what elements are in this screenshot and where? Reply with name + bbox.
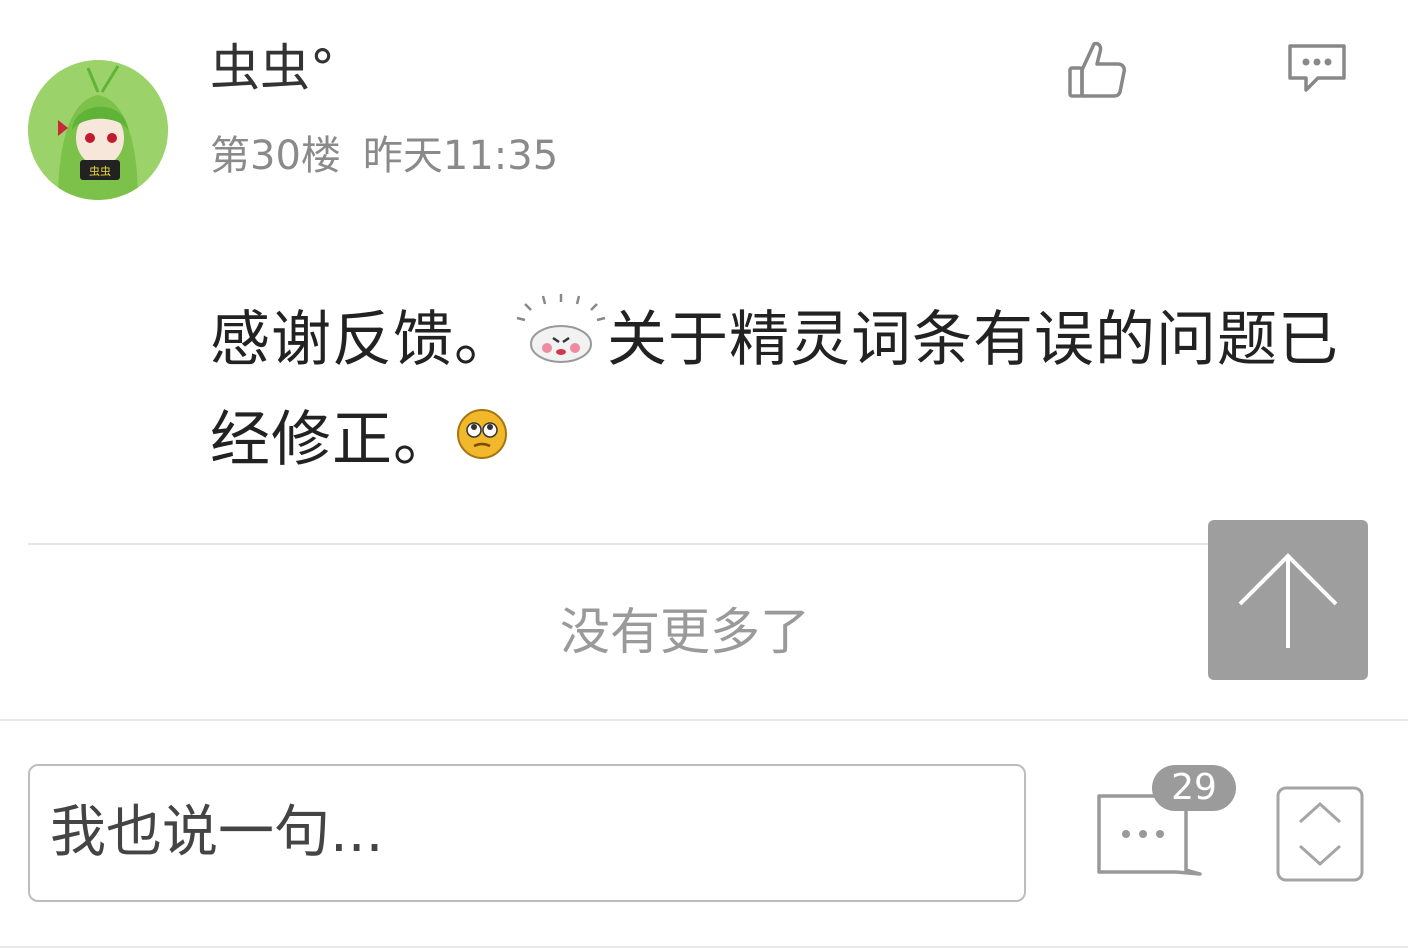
- post-meta: 第30楼 昨天11:35: [210, 130, 558, 182]
- rolling-eyes-emoji-icon: [454, 396, 514, 492]
- up-down-chevron-icon: [1276, 786, 1364, 882]
- divider: [28, 543, 1348, 545]
- arrow-up-icon: [1238, 553, 1338, 648]
- floor-number: 第30楼: [210, 133, 341, 179]
- like-icon: [1068, 41, 1126, 98]
- floor-navigate-button[interactable]: [1276, 786, 1364, 882]
- post-content: 感谢反馈。 关于精灵词条有误的问题已经修正。: [210, 292, 1360, 492]
- reply-icon: [1288, 44, 1346, 92]
- bottom-bar-divider: [0, 719, 1408, 721]
- username[interactable]: 虫虫°: [210, 36, 335, 100]
- comment-count-badge: 29: [1152, 765, 1236, 811]
- surprised-emoji-icon: [515, 294, 607, 392]
- like-button[interactable]: [1064, 38, 1130, 104]
- svg-text:虫虫: 虫虫: [89, 165, 111, 178]
- comment-input[interactable]: 我也说一句...: [28, 764, 1026, 902]
- post-text-part1: 感谢反馈。: [210, 305, 515, 375]
- back-to-top-button[interactable]: [1208, 520, 1368, 680]
- avatar-image: 虫虫: [28, 60, 168, 200]
- reply-button[interactable]: [1284, 36, 1350, 102]
- post-time: 昨天11:35: [362, 133, 559, 179]
- no-more-text: 没有更多了: [560, 603, 810, 661]
- avatar[interactable]: 虫虫: [28, 60, 168, 200]
